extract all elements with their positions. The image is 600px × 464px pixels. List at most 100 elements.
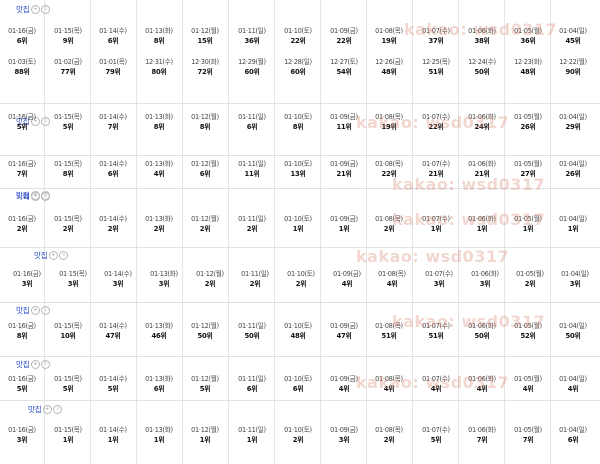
rank-value: 8위 bbox=[153, 123, 165, 131]
rank-cell: 01·15(목) 5위 bbox=[46, 374, 90, 394]
plus-icon[interactable]: + bbox=[30, 359, 40, 369]
rank-cell: 01·08(목) 2위 bbox=[367, 425, 411, 445]
date-label: 12·28(일) bbox=[284, 58, 312, 66]
place-category-link[interactable]: 카페 bbox=[16, 191, 30, 202]
rank-cell: 01·14(수) 6위 bbox=[91, 26, 135, 46]
date-label: 01·15(목) bbox=[54, 375, 82, 383]
date-label: 01·13(화) bbox=[145, 426, 173, 434]
info-icon[interactable]: i bbox=[59, 250, 69, 260]
date-label: 01·13(화) bbox=[145, 215, 173, 223]
rank-value: 22위 bbox=[381, 170, 397, 178]
date-label: 01·05(월) bbox=[514, 113, 542, 121]
block-separator bbox=[0, 356, 600, 357]
rank-cell: 01·05(월) 4위 bbox=[506, 374, 550, 394]
plus-icon[interactable]: + bbox=[30, 4, 40, 14]
date-label: 01·16(금) bbox=[8, 113, 36, 121]
rank-cell: 01·08(목) 51위 bbox=[367, 321, 411, 341]
date-label: 01·06(화) bbox=[471, 270, 499, 278]
rank-cell: 01·15(목) 5위 bbox=[46, 112, 90, 132]
place-category-link[interactable]: 맛집 bbox=[16, 305, 30, 316]
rank-row: 01·16(금) 3위 01·15(목) 1위 01·14(수) 1위 01·13(화) 1위… bbox=[0, 425, 600, 447]
rank-value: 1위 bbox=[62, 436, 74, 444]
info-icon[interactable]: i bbox=[41, 305, 51, 315]
rank-value: 47위 bbox=[105, 332, 121, 340]
rank-cell: 01·11(일) 36위 bbox=[230, 26, 274, 46]
rank-value: 2위 bbox=[62, 225, 74, 233]
place-category-link[interactable]: 맛집 bbox=[28, 404, 42, 415]
rank-block: 카페 + i 01·16(금) 2위 01·15(목) 2위 01·14(수) 2위 01·13(… bbox=[0, 188, 600, 247]
date-label: 01·05(월) bbox=[514, 375, 542, 383]
rank-cell: 01·08(목) 2위 bbox=[367, 214, 411, 234]
date-label: 01·09(금) bbox=[330, 215, 358, 223]
rank-value: 5위 bbox=[16, 123, 28, 131]
rank-value: 24위 bbox=[474, 123, 490, 131]
rank-value: 5위 bbox=[62, 385, 74, 393]
rank-cell: 01·09(금) 21위 bbox=[322, 159, 366, 179]
rank-cell: 01·12(월) 6위 bbox=[183, 159, 227, 179]
rank-value: 1위 bbox=[430, 225, 442, 233]
rank-cell: 01·16(금) 2위 bbox=[0, 214, 44, 234]
rank-value: 4위 bbox=[476, 385, 488, 393]
rank-cell: 01·10(토) 6위 bbox=[276, 374, 320, 394]
plus-icon[interactable]: + bbox=[48, 250, 58, 260]
place-category-link[interactable]: 맛집 bbox=[16, 4, 30, 15]
date-label: 01·14(수) bbox=[99, 27, 127, 35]
rank-cell: 01·04(일) 29위 bbox=[551, 112, 595, 132]
date-label: 12·26(금) bbox=[375, 58, 403, 66]
rank-cell: 01·06(화) 4위 bbox=[460, 374, 504, 394]
rank-cell: 12·29(월) 60위 bbox=[230, 57, 274, 77]
date-label: 01·07(수) bbox=[422, 375, 450, 383]
plus-icon[interactable]: + bbox=[42, 404, 52, 414]
rank-cell: 01·09(금) 22위 bbox=[322, 26, 366, 46]
date-label: 01·12(월) bbox=[191, 426, 219, 434]
date-label: 01·16(금) bbox=[8, 322, 36, 330]
info-icon[interactable]: i bbox=[41, 191, 51, 201]
rank-cell: 01·15(목) 10위 bbox=[46, 321, 90, 341]
block-separator bbox=[0, 400, 600, 401]
rank-value: 4위 bbox=[383, 385, 395, 393]
rank-value: 2위 bbox=[246, 225, 258, 233]
rank-cell: 01·11(일) 2위 bbox=[230, 214, 274, 234]
date-label: 01·14(수) bbox=[99, 160, 127, 168]
rank-cell: 01·06(화) 7위 bbox=[460, 425, 504, 445]
date-label: 01·12(월) bbox=[191, 160, 219, 168]
rank-value: 7위 bbox=[476, 436, 488, 444]
date-label: 01·08(목) bbox=[375, 160, 403, 168]
rank-cell: 01·13(화) 4위 bbox=[137, 159, 181, 179]
rank-value: 11위 bbox=[336, 123, 352, 131]
place-category-link[interactable]: 맛집 bbox=[16, 359, 30, 370]
rank-cell: 01·13(화) 2위 bbox=[137, 214, 181, 234]
date-label: 01·05(월) bbox=[514, 160, 542, 168]
date-label: 01·13(화) bbox=[145, 375, 173, 383]
rank-value: 4위 bbox=[341, 280, 353, 288]
rank-value: 2위 bbox=[249, 280, 261, 288]
column-divider bbox=[182, 0, 183, 103]
rank-cell: 01·12(월) 5위 bbox=[183, 374, 227, 394]
info-icon[interactable]: i bbox=[41, 359, 51, 369]
info-icon[interactable]: i bbox=[53, 404, 63, 414]
plus-icon[interactable]: + bbox=[30, 305, 40, 315]
rank-cell: 01·05(월) 2위 bbox=[508, 269, 552, 289]
block-separator bbox=[0, 302, 600, 303]
rank-value: 19위 bbox=[381, 37, 397, 45]
block-header: 맛집 + i bbox=[34, 248, 69, 262]
date-label: 12·24(수) bbox=[468, 58, 496, 66]
column-divider bbox=[90, 0, 91, 103]
rank-cell: 01·15(목) 8위 bbox=[46, 159, 90, 179]
place-category-link[interactable]: 맛집 bbox=[34, 250, 48, 261]
rank-value: 29위 bbox=[565, 123, 581, 131]
date-label: 01·05(월) bbox=[514, 322, 542, 330]
plus-icon[interactable]: + bbox=[30, 191, 40, 201]
date-label: 01·10(토) bbox=[284, 27, 312, 35]
date-label: 01·14(수) bbox=[99, 322, 127, 330]
rank-history-list: 맛집 + i 01·16(금) 6위 01·15(목) 9위 01·14(수) 6위 01·13(… bbox=[0, 0, 600, 464]
date-label: 01·13(화) bbox=[145, 322, 173, 330]
rank-cell: 01·14(수) 1위 bbox=[91, 425, 135, 445]
date-label: 01·09(금) bbox=[333, 270, 361, 278]
rank-cell: 01·09(금) 47위 bbox=[322, 321, 366, 341]
date-label: 01·16(금) bbox=[13, 270, 41, 278]
date-label: 01·13(화) bbox=[145, 160, 173, 168]
date-label: 01·11(일) bbox=[238, 426, 266, 434]
rank-value: 2위 bbox=[383, 225, 395, 233]
info-icon[interactable]: i bbox=[41, 4, 51, 14]
